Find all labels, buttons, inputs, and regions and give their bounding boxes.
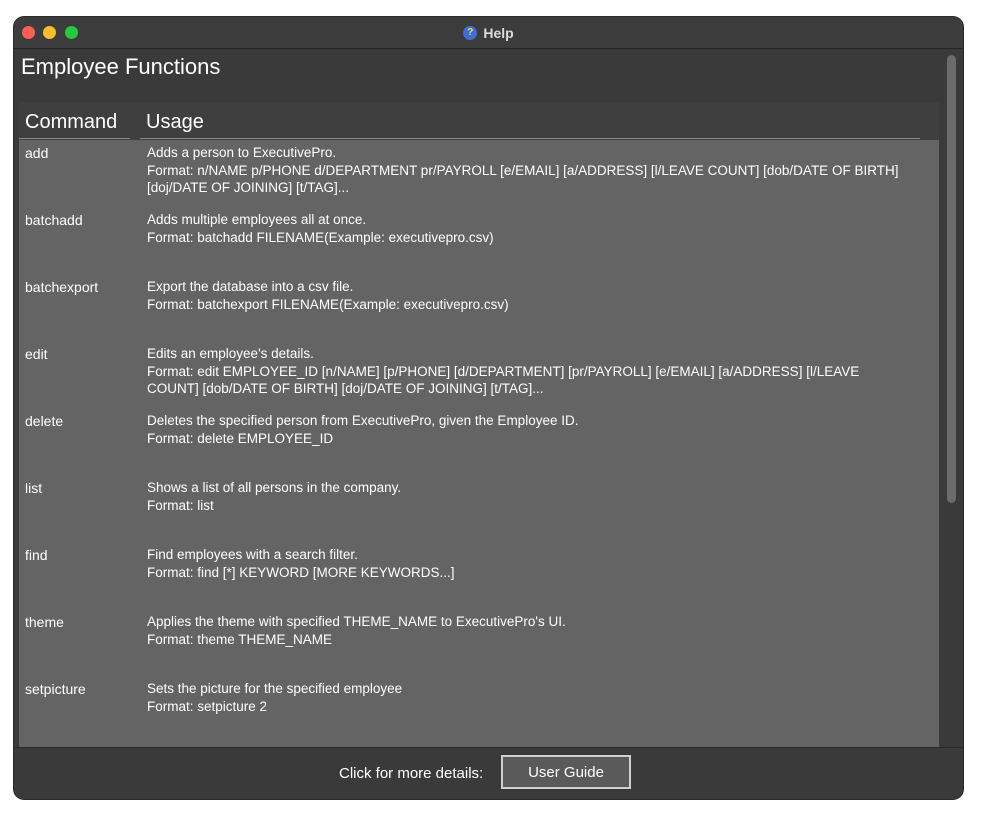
table-row[interactable]: edit Edits an employee's details. Format… <box>19 341 939 408</box>
usage-cell: Adds multiple employees all at once. For… <box>147 211 927 246</box>
usage-line: Format: batchexport FILENAME(Example: ex… <box>147 296 509 312</box>
usage-line: Format: n/NAME p/PHONE d/DEPARTMENT pr/P… <box>147 162 899 178</box>
table-row[interactable]: batchadd Adds multiple employees all at … <box>19 207 939 274</box>
command-cell: batchadd <box>25 212 83 228</box>
usage-cell: Edits an employee's details. Format: edi… <box>147 345 927 398</box>
column-header-usage[interactable]: Usage <box>140 107 920 139</box>
page-title: Employee Functions <box>21 54 221 79</box>
usage-line: Find employees with a search filter. <box>147 547 358 562</box>
table-row[interactable]: list Shows a list of all persons in the … <box>19 475 939 542</box>
command-cell: batchexport <box>25 279 99 295</box>
table-rows: add Adds a person to ExecutivePro. Forma… <box>19 140 939 743</box>
usage-line: Format: edit EMPLOYEE_ID [n/NAME] [p/PHO… <box>147 363 860 379</box>
usage-line: COUNT] [dob/DATE OF BIRTH] [doj/DATE OF … <box>147 381 544 396</box>
usage-line: Export the database into a csv file. <box>147 279 354 294</box>
column-header-command[interactable]: Command <box>19 107 130 139</box>
command-cell: list <box>25 480 43 496</box>
usage-line: Deletes the specified person from Execut… <box>147 413 579 428</box>
window-title: ? Help <box>14 17 963 48</box>
usage-line: Adds multiple employees all at once. <box>147 212 367 227</box>
usage-cell: Applies the theme with specified THEME_N… <box>147 613 927 648</box>
usage-line: Format: theme THEME_NAME <box>147 631 333 647</box>
usage-line: Shows a list of all persons in the compa… <box>147 480 402 495</box>
help-window: ? Help Employee Functions Command Usage … <box>14 17 963 799</box>
footer-bar: Click for more details: User Guide <box>14 747 963 799</box>
more-details-label: Click for more details: <box>339 765 484 782</box>
window-title-text: Help <box>483 24 514 41</box>
usage-line: Applies the theme with specified THEME_N… <box>147 614 566 629</box>
table-row[interactable]: setpicture Sets the picture for the spec… <box>19 676 939 743</box>
table-header: Command Usage <box>19 102 939 140</box>
usage-line: Format: setpicture 2 <box>147 698 268 714</box>
command-cell: delete <box>25 413 64 429</box>
usage-cell: Find employees with a search filter. For… <box>147 546 927 581</box>
usage-cell: Deletes the specified person from Execut… <box>147 412 927 447</box>
command-cell: setpicture <box>25 681 86 697</box>
command-cell: add <box>25 145 49 161</box>
usage-line: [doj/DATE OF JOINING] [t/TAG]... <box>147 180 350 195</box>
command-cell: find <box>25 547 48 563</box>
usage-cell: Shows a list of all persons in the compa… <box>147 479 927 514</box>
command-cell: theme <box>25 614 64 630</box>
help-question-icon: ? <box>463 25 478 40</box>
scrollbar-thumb[interactable] <box>947 55 956 503</box>
table-row[interactable]: batchexport Export the database into a c… <box>19 274 939 341</box>
usage-line: Edits an employee's details. <box>147 346 314 361</box>
usage-cell: Sets the picture for the specified emplo… <box>147 680 927 715</box>
usage-cell: Export the database into a csv file. For… <box>147 278 927 313</box>
table-row[interactable]: theme Applies the theme with specified T… <box>19 609 939 676</box>
title-bar[interactable]: ? Help <box>14 17 963 49</box>
command-cell: edit <box>25 346 48 362</box>
usage-line: Format: batchadd FILENAME(Example: execu… <box>147 229 494 245</box>
vertical-scrollbar[interactable] <box>944 53 958 761</box>
usage-cell: Adds a person to ExecutivePro. Format: n… <box>147 144 927 197</box>
table-row[interactable]: find Find employees with a search filter… <box>19 542 939 609</box>
usage-line: Format: list <box>147 497 214 513</box>
usage-line: Format: delete EMPLOYEE_ID <box>147 430 334 446</box>
usage-line: Adds a person to ExecutivePro. <box>147 145 337 160</box>
table-row[interactable]: add Adds a person to ExecutivePro. Forma… <box>19 140 939 207</box>
heading-area: Employee Functions <box>14 49 963 104</box>
usage-line: Format: find [*] KEYWORD [MORE KEYWORDS.… <box>147 564 455 580</box>
usage-line: Sets the picture for the specified emplo… <box>147 681 403 696</box>
commands-table[interactable]: Command Usage add Adds a person to Execu… <box>19 102 939 748</box>
user-guide-button[interactable]: User Guide <box>501 755 631 789</box>
table-row[interactable]: delete Deletes the specified person from… <box>19 408 939 475</box>
